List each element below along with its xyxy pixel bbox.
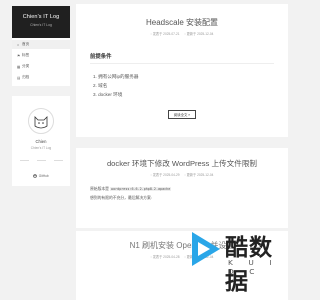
site-title[interactable]: Chien's IT Log: [12, 14, 70, 20]
site-subtitle: Chien's IT Log: [30, 23, 52, 27]
github-link[interactable]: GitHub: [12, 174, 70, 178]
list-item: 2. 域名: [93, 83, 108, 88]
avatar: [28, 108, 54, 134]
list-item: 1. 拥有公网ip的服务器: [93, 74, 139, 79]
profile-card: Chien Chien's IT Log GitHub: [12, 96, 70, 186]
watermark-logo: 酷数据 K U I D C: [188, 228, 294, 295]
post-excerpt: 原始版本是 wordpress:6.6.2-php8.2-apache 想到的有…: [76, 185, 288, 203]
updated-date: ▫更新于 2025-12-04: [184, 172, 214, 178]
post-meta: ▫ 发表于 2025-07-21 ▫ 更新于 2025-12-04: [76, 31, 288, 37]
profile-stats: [12, 158, 70, 168]
post-card: docker 环境下修改 WordPress 上传文件限制 ▫ 发表于 2025-…: [76, 148, 288, 228]
author-description: Chien's IT Log: [30, 146, 52, 150]
github-label: GitHub: [38, 174, 49, 178]
play-icon: [192, 232, 220, 266]
list-item: 3. docker 环境: [93, 92, 123, 97]
nav-item-archive[interactable]: ▤ 归档: [12, 73, 70, 82]
calendar-check-icon: ▫: [184, 172, 186, 177]
stat-tags[interactable]: [50, 158, 67, 168]
nav-item-home[interactable]: ⌂ 首页: [12, 40, 70, 49]
github-icon: [33, 174, 38, 178]
author-name: Chien: [35, 139, 47, 144]
site-nav: ⌂ 首页 ⚑ 标签 ▦ 分类 ▤ 归档: [12, 38, 70, 86]
excerpt-line: 想到的有限的不充分，最后解决方案:: [90, 196, 152, 200]
nav-item-label: 首页: [22, 42, 30, 46]
steps-list: 1. 拥有公网ip的服务器 2. 域名 3. docker 环境: [90, 72, 274, 99]
read-more-button[interactable]: 阅读全文 »: [168, 110, 196, 119]
calendar-check-icon: ▫: [184, 31, 186, 36]
calendar-icon: ▫: [150, 31, 152, 36]
calendar-icon: ▫: [150, 254, 152, 259]
section-heading: 前提条件: [90, 52, 274, 64]
calendar-check-icon: ▫: [184, 254, 186, 259]
post-meta: ▫ 发表于 2025-04-29 ▫ 更新于 2025-12-04: [76, 172, 288, 178]
nav-item-categories[interactable]: ▦ 分类: [12, 62, 70, 71]
watermark-subtext: K U I D C: [228, 258, 279, 276]
post-title[interactable]: Headscale 安装配置: [76, 4, 288, 28]
nav-item-label: 分类: [22, 64, 30, 68]
published-date: ▫ 发表于 2025-07-21: [150, 31, 180, 37]
stat-posts[interactable]: [16, 158, 33, 168]
post-title[interactable]: docker 环境下修改 WordPress 上传文件限制: [76, 148, 288, 169]
calendar-icon: ▫: [150, 172, 152, 177]
nav-item-label: 标签: [22, 53, 30, 57]
excerpt-line: 原始版本是 wordpress:6.6.2-php8.2-apache: [90, 187, 172, 191]
published-date: ▫ 发表于 2025-04-29: [150, 172, 180, 178]
post-excerpt: 前提条件 1. 拥有公网ip的服务器 2. 域名 3. docker 环境 阅读…: [76, 52, 288, 119]
stat-categories[interactable]: [33, 158, 50, 168]
nav-item-label: 归档: [22, 75, 30, 79]
nav-item-tags[interactable]: ⚑ 标签: [12, 51, 70, 60]
published-date: ▫ 发表于 2025-04-28: [150, 254, 180, 260]
post-card: Headscale 安装配置 ▫ 发表于 2025-07-21 ▫ 更新于 2025…: [76, 4, 288, 137]
inline-code: wordpress:6.6.2-php8.2-apache: [110, 187, 172, 191]
site-header: Chien's IT Log Chien's IT Log: [12, 6, 70, 38]
updated-date: ▫更新于 2025-12-04: [184, 31, 214, 37]
cat-avatar-icon: [34, 116, 48, 129]
